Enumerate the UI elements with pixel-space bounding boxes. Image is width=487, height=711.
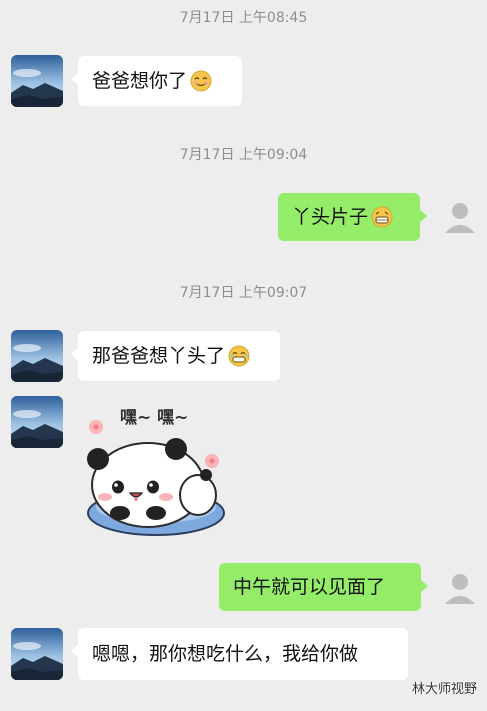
timestamp: 7月17日 上午08:45 (179, 10, 308, 26)
message-text: 爸爸想你了 (92, 70, 188, 92)
message-bubble[interactable]: 丫头片子 (278, 193, 427, 241)
grin-emoji-icon (371, 206, 393, 228)
message-bubble[interactable]: 嗯嗯，那你想吃什么，我给你做 (71, 628, 408, 680)
contact-avatar[interactable] (11, 55, 63, 107)
message-bubble[interactable]: 中午就可以见面了 (219, 563, 428, 611)
grimace-emoji-icon (228, 345, 250, 367)
contact-avatar[interactable] (11, 628, 63, 680)
message-text: 那爸爸想丫头了 (92, 345, 226, 367)
message-text: 丫头片子 (292, 206, 369, 228)
mountain-landscape-icon (11, 330, 63, 382)
default-user-silhouette-icon (445, 574, 475, 604)
contact-avatar[interactable] (11, 396, 63, 448)
message-text: 嗯嗯，那你想吃什么，我给你做 (92, 643, 359, 665)
timestamp: 7月17日 上午09:07 (179, 285, 308, 301)
message-bubble[interactable]: 爸爸想你了 (71, 56, 242, 106)
timestamp: 7月17日 上午09:04 (179, 147, 308, 163)
message-text: 中午就可以见面了 (233, 576, 386, 598)
sticker-text: 嘿~ 嘿~ (120, 408, 189, 428)
self-avatar[interactable] (437, 566, 483, 612)
default-user-silhouette-icon (445, 203, 475, 233)
watermark: 林大师视野 (411, 682, 477, 697)
mountain-landscape-icon (11, 55, 63, 107)
mountain-landscape-icon (11, 628, 63, 680)
mountain-landscape-icon (11, 396, 63, 448)
panda-sticker[interactable]: 嘿~ 嘿~ (78, 395, 238, 545)
self-avatar[interactable] (437, 195, 483, 241)
message-bubble[interactable]: 那爸爸想丫头了 (71, 331, 280, 381)
contact-avatar[interactable] (11, 330, 63, 382)
shy-smile-emoji-icon (190, 70, 212, 92)
